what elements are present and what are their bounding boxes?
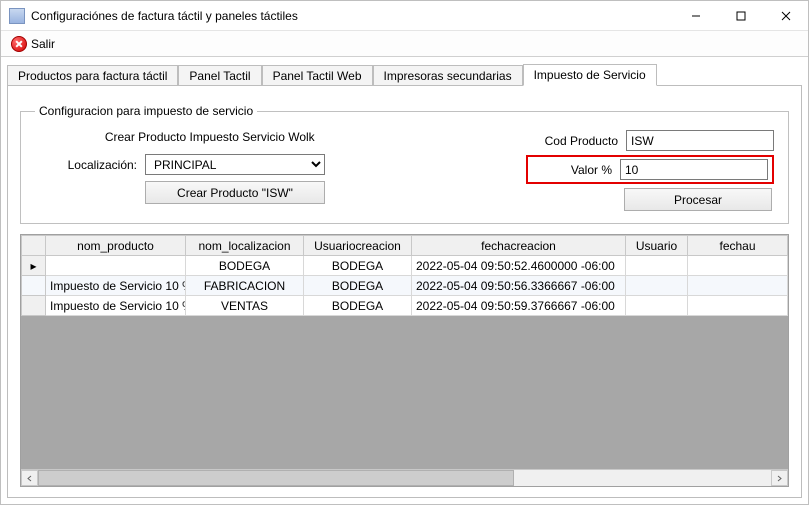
chevron-left-icon [26, 475, 33, 482]
grid-header-row: nom_producto nom_localizacion Usuariocre… [22, 236, 788, 256]
scroll-left-button[interactable] [21, 470, 38, 486]
cell-usuariocreacion[interactable]: BODEGA [304, 256, 412, 276]
cell-fechacreacion[interactable]: 2022-05-04 09:50:56.3366667 -06:00 [412, 276, 626, 296]
cell-fechacreacion[interactable]: 2022-05-04 09:50:52.4600000 -06:00 [412, 256, 626, 276]
col-usuariocreacion[interactable]: Usuariocreacion [304, 236, 412, 256]
minimize-button[interactable] [673, 1, 718, 30]
table-row[interactable]: Impuesto de Servicio 10 % VENTAS BODEGA … [22, 296, 788, 316]
close-button[interactable] [763, 1, 808, 30]
tab-strip: Productos para factura táctil Panel Tact… [1, 57, 808, 85]
tab-panel-tactil-web[interactable]: Panel Tactil Web [262, 65, 373, 86]
app-window: Configuraciónes de factura táctil y pane… [0, 0, 809, 505]
row-header[interactable] [22, 296, 46, 316]
data-grid[interactable]: nom_producto nom_localizacion Usuariocre… [20, 234, 789, 487]
chevron-right-icon [776, 475, 783, 482]
cell-nom-localizacion[interactable]: FABRICACION [186, 276, 304, 296]
app-icon [9, 8, 25, 24]
cell-usuario[interactable] [626, 296, 688, 316]
col-usuario[interactable]: Usuario [626, 236, 688, 256]
horizontal-scrollbar[interactable] [21, 469, 788, 486]
cell-fechau[interactable] [688, 256, 788, 276]
cell-fechau[interactable] [688, 296, 788, 316]
cell-nom-producto[interactable]: Impuesto de Servicio 10 % [46, 296, 186, 316]
cell-fechau[interactable] [688, 276, 788, 296]
tab-impuesto-de-servicio[interactable]: Impuesto de Servicio [523, 64, 657, 86]
tab-productos-factura-tactil[interactable]: Productos para factura táctil [7, 65, 178, 86]
cell-usuario[interactable] [626, 256, 688, 276]
row-pointer-icon: ▸ [30, 259, 36, 273]
maximize-button[interactable] [718, 1, 763, 30]
cod-producto-label: Cod Producto [536, 134, 626, 148]
crear-producto-button[interactable]: Crear Producto "ISW" [145, 181, 325, 204]
col-fechacreacion[interactable]: fechacreacion [412, 236, 626, 256]
salir-button[interactable]: Salir [5, 34, 61, 54]
tab-panel-tactil[interactable]: Panel Tactil [178, 65, 261, 86]
cell-usuario[interactable] [626, 276, 688, 296]
table-row[interactable]: Impuesto de Servicio 10 % FABRICACION BO… [22, 276, 788, 296]
localizacion-combo[interactable]: PRINCIPAL [145, 154, 325, 175]
group-legend: Configuracion para impuesto de servicio [35, 104, 257, 118]
salir-label: Salir [31, 37, 55, 51]
cell-nom-producto[interactable]: Impuesto de Servicio 10 % [46, 276, 186, 296]
table-row[interactable]: ▸ Impuesto de Servicio 10 % BODEGA BODEG… [22, 256, 788, 276]
row-header[interactable] [22, 276, 46, 296]
scroll-right-button[interactable] [771, 470, 788, 486]
cell-nom-localizacion[interactable]: BODEGA [186, 256, 304, 276]
scroll-track[interactable] [38, 470, 771, 486]
col-nom-localizacion[interactable]: nom_localizacion [186, 236, 304, 256]
minimize-icon [691, 11, 701, 21]
localizacion-label: Localización: [35, 158, 145, 172]
procesar-button[interactable]: Procesar [624, 188, 772, 211]
window-title: Configuraciónes de factura táctil y pane… [31, 9, 673, 23]
tab-impresoras-secundarias[interactable]: Impresoras secundarias [373, 65, 523, 86]
valor-input[interactable] [620, 159, 768, 180]
cod-producto-input[interactable] [626, 130, 774, 151]
col-nom-producto[interactable]: nom_producto [46, 236, 186, 256]
col-fechau[interactable]: fechau [688, 236, 788, 256]
cell-nom-localizacion[interactable]: VENTAS [186, 296, 304, 316]
crear-producto-heading: Crear Producto Impuesto Servicio Wolk [35, 130, 385, 144]
row-header[interactable]: ▸ [22, 256, 46, 276]
scroll-thumb[interactable] [38, 470, 514, 486]
maximize-icon [736, 11, 746, 21]
cell-usuariocreacion[interactable]: BODEGA [304, 276, 412, 296]
valor-highlight: Valor % [526, 155, 774, 184]
grid-corner[interactable] [22, 236, 46, 256]
tab-panel-body: Configuracion para impuesto de servicio … [7, 85, 802, 498]
error-circle-icon [11, 36, 27, 52]
title-bar[interactable]: Configuraciónes de factura táctil y pane… [1, 1, 808, 31]
cell-usuariocreacion[interactable]: BODEGA [304, 296, 412, 316]
group-impuesto-servicio: Configuracion para impuesto de servicio … [20, 104, 789, 224]
valor-label: Valor % [530, 163, 620, 177]
cell-fechacreacion[interactable]: 2022-05-04 09:50:59.3766667 -06:00 [412, 296, 626, 316]
cell-nom-producto[interactable]: Impuesto de Servicio 10 % [46, 256, 186, 276]
window-controls [673, 1, 808, 30]
close-icon [781, 11, 791, 21]
toolbar: Salir [1, 31, 808, 57]
